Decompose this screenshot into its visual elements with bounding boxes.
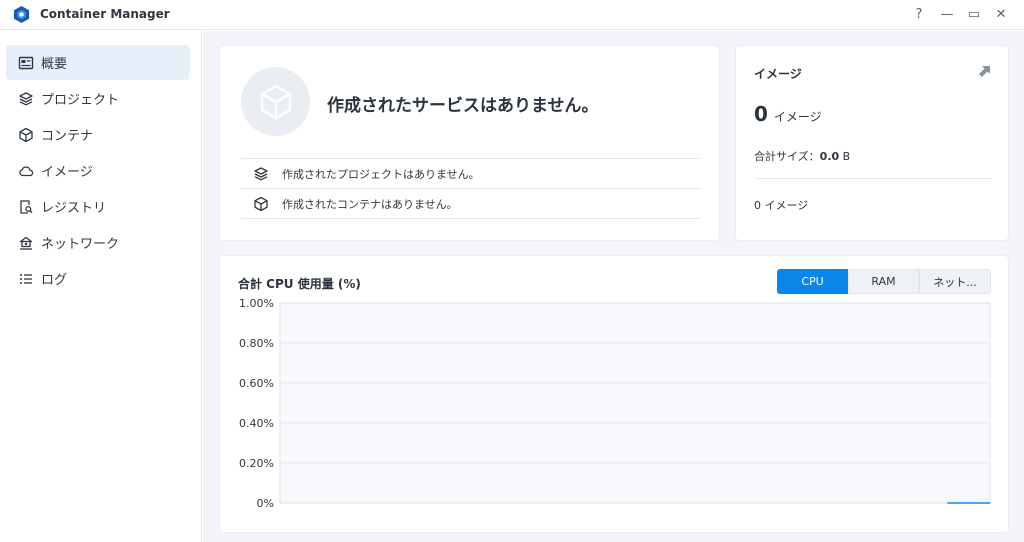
app-title: Container Manager — [40, 7, 170, 21]
container-icon — [18, 127, 34, 143]
cube-icon — [260, 84, 291, 119]
services-empty-title: 作成されたサービスはありません。 — [327, 96, 599, 116]
sidebar-item-container[interactable]: コンテナ — [6, 117, 190, 152]
image-count: 0 — [754, 102, 768, 126]
image-count-row: 0 イメージ — [754, 102, 822, 126]
sidebar-item-label: コンテナ — [41, 129, 94, 144]
sidebar-item-label: ネットワーク — [41, 237, 120, 252]
sidebar-item-label: ログ — [41, 273, 68, 288]
sidebar-item-project[interactable]: プロジェクト — [6, 81, 190, 116]
network-icon — [18, 235, 34, 251]
sidebar-item-label: プロジェクト — [41, 93, 120, 108]
y-tick-label: 0.20% — [239, 457, 274, 470]
overview-icon — [18, 55, 34, 71]
sidebar-item-network[interactable]: ネットワーク — [6, 225, 190, 260]
divider — [754, 178, 992, 179]
y-tick-label: 0.60% — [239, 377, 274, 390]
close-button[interactable]: ✕ — [990, 4, 1012, 24]
image-total-size: 合計サイズ：0.0 B — [754, 148, 850, 164]
list-item-label: 作成されたコンテナはありません。 — [282, 197, 458, 211]
registry-icon — [18, 199, 34, 215]
services-list: 作成されたプロジェクトはありません。 作成されたコンテナはありません。 — [241, 158, 701, 219]
sidebar-item-overview[interactable]: 概要 — [6, 45, 190, 80]
image-count-label: イメージ — [773, 110, 822, 124]
minimize-button[interactable]: — — [936, 4, 958, 24]
y-tick-label: 0.40% — [239, 417, 274, 430]
container-manager-logo-icon — [13, 5, 30, 24]
sidebar-item-label: 概要 — [41, 57, 68, 72]
services-card: 作成されたサービスはありません。 作成されたプロジェクトはありません。 作成され… — [219, 45, 720, 241]
expand-arrow-icon[interactable] — [978, 64, 992, 78]
container-icon — [253, 196, 269, 212]
sidebar: 概要 プロジェクト コンテナ イメージ レジストリ ネットワーク ログ — [0, 31, 202, 542]
log-icon — [18, 271, 34, 287]
y-tick-label: 1.00% — [239, 297, 274, 310]
image-footer-count: 0 イメージ — [754, 199, 809, 212]
size-value: 0.0 — [819, 150, 840, 163]
list-item: 作成されたプロジェクトはありません。 — [241, 159, 701, 189]
sidebar-item-registry[interactable]: レジストリ — [6, 189, 190, 224]
list-item-label: 作成されたプロジェクトはありません。 — [282, 167, 480, 181]
y-tick-label: 0.80% — [239, 337, 274, 350]
sidebar-item-log[interactable]: ログ — [6, 261, 190, 296]
maximize-button[interactable]: ▭ — [963, 4, 985, 24]
project-icon — [253, 166, 269, 182]
size-unit: B — [842, 150, 851, 163]
plot-area — [279, 302, 991, 504]
title-bar: Container Manager ? — ▭ ✕ — [0, 0, 1024, 30]
list-item: 作成されたコンテナはありません。 — [241, 189, 701, 219]
images-card-title: イメージ — [754, 67, 802, 81]
help-button[interactable]: ? — [908, 4, 930, 24]
cpu-usage-card: 合計 CPU 使用量 (%) CPU RAM ネット... 1.00% 0.80%… — [219, 255, 1009, 533]
cpu-usage-chart: 1.00% 0.80% 0.60% 0.40% 0.20% 0% — [239, 297, 991, 510]
images-card: イメージ 0 イメージ 合計サイズ：0.0 B 0 イメージ — [735, 45, 1009, 241]
sidebar-item-image[interactable]: イメージ — [6, 153, 190, 188]
service-placeholder — [241, 67, 310, 136]
size-label: 合計サイズ： — [754, 150, 820, 163]
image-cloud-icon — [18, 163, 34, 179]
sidebar-item-label: レジストリ — [41, 201, 107, 216]
main-content: 作成されたサービスはありません。 作成されたプロジェクトはありません。 作成され… — [203, 31, 1024, 542]
y-tick-label: 0% — [257, 497, 274, 510]
sidebar-item-label: イメージ — [41, 165, 93, 180]
project-icon — [18, 91, 34, 107]
